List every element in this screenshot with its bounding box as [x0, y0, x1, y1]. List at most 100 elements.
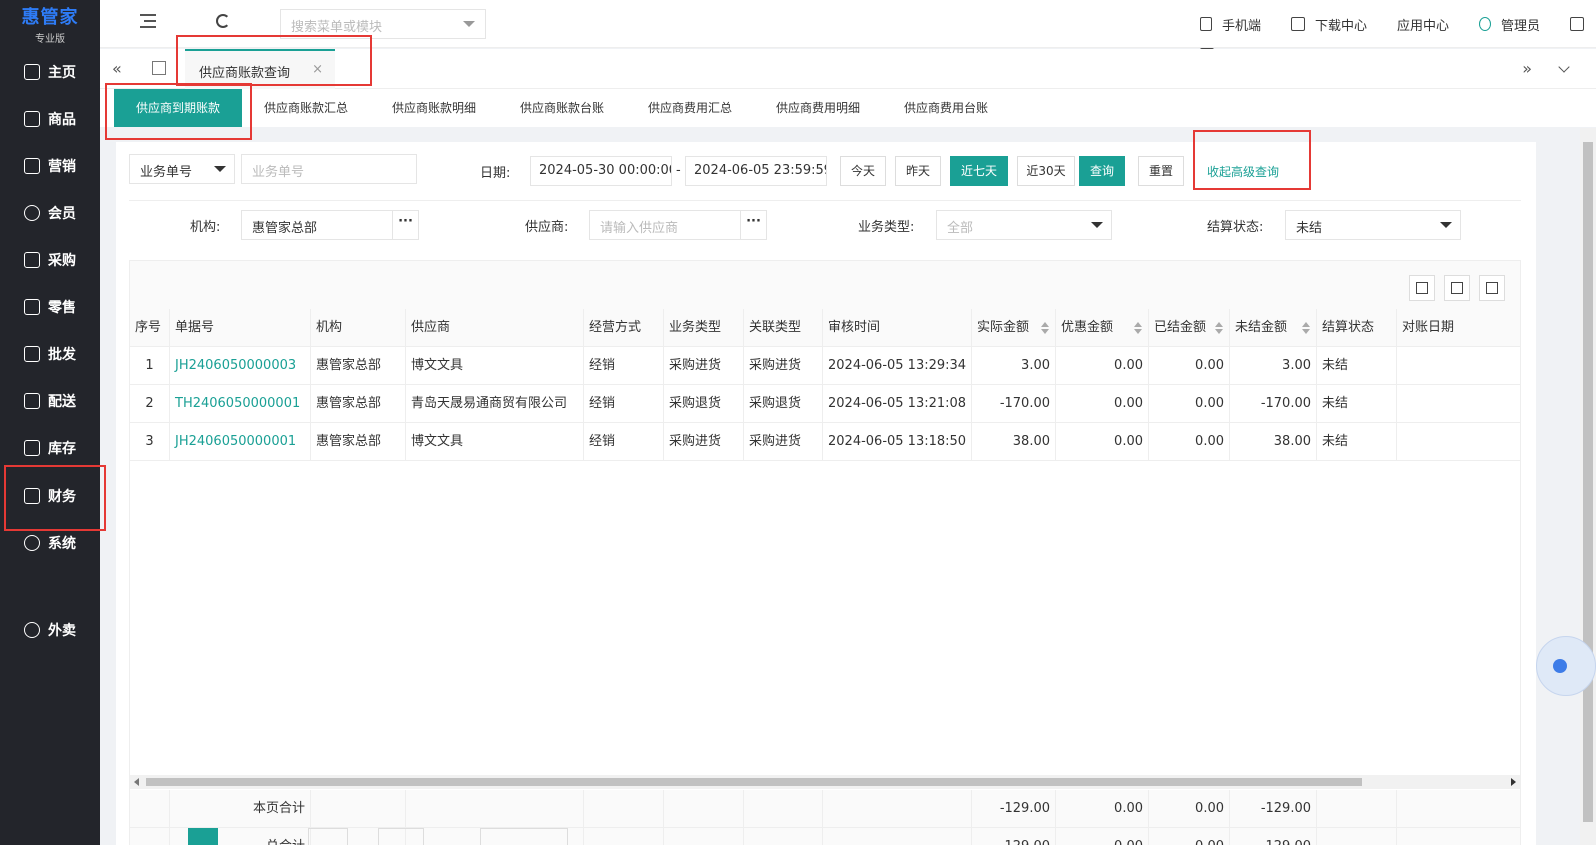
menu-search-input[interactable]: 搜索菜单或模块 — [280, 9, 486, 39]
blank-cell — [1397, 828, 1520, 845]
subtab-supplier-due[interactable]: 供应商到期账款 — [114, 89, 242, 127]
sort-icon[interactable] — [1134, 322, 1142, 334]
refresh-icon[interactable] — [216, 14, 230, 28]
current-page-button[interactable] — [188, 828, 218, 845]
reconcile-date-cell — [1397, 423, 1520, 461]
col-header-sortable[interactable]: 实际金额 — [972, 309, 1056, 347]
date-end-input[interactable]: 2024-06-05 23:59:59 — [685, 156, 827, 186]
doc-number-link[interactable]: TH2406050000001 — [170, 385, 311, 423]
more-icon[interactable]: ··· — [392, 211, 418, 239]
sort-icon[interactable] — [1041, 322, 1049, 334]
related-type-cell: 采购退货 — [744, 385, 823, 423]
mobile-link[interactable]: 手机端 — [1199, 15, 1261, 34]
doc-field-select[interactable]: 业务单号 — [129, 154, 235, 184]
settled-amount-cell: 0.00 — [1149, 347, 1230, 385]
monitor-icon — [1290, 17, 1305, 31]
last-30-days-button[interactable]: 近30天 — [1017, 156, 1075, 186]
print-button[interactable] — [1444, 275, 1470, 301]
doc-number-input[interactable]: 业务单号 — [241, 154, 417, 184]
subtab-supplier-summary[interactable]: 供应商账款汇总 — [242, 89, 370, 127]
horizontal-scrollbar[interactable] — [130, 775, 1520, 789]
payables-table: 序号 单据号 机构 供应商 经营方式 业务类型 关联类型 审核时间 实际金额 优… — [129, 260, 1521, 845]
admin-user-link[interactable]: 管理员 — [1478, 15, 1540, 34]
sidebar-item-retail[interactable]: 零售 — [0, 287, 100, 327]
export-button[interactable] — [1479, 275, 1505, 301]
tabs-scroll-right-icon[interactable]: » — [1522, 59, 1532, 78]
phone-icon — [1199, 17, 1212, 31]
vertical-scrollbar[interactable] — [1580, 128, 1596, 845]
sidebar-item-system[interactable]: 系统 — [0, 523, 100, 563]
subtab-supplier-detail[interactable]: 供应商账款明细 — [370, 89, 498, 127]
table-row[interactable]: 2 TH2406050000001 惠管家总部 青岛天晟易通商贸有限公司 经销 … — [130, 385, 1520, 423]
scroll-left-arrow-icon[interactable] — [134, 778, 139, 786]
table-row[interactable]: 3 JH2406050000001 惠管家总部 博文文具 经销 采购进货 采购进… — [130, 423, 1520, 461]
page-size-select[interactable] — [308, 828, 348, 845]
scrollbar-thumb[interactable] — [1583, 142, 1593, 822]
sidebar-item-label: 营销 — [48, 159, 76, 175]
col-header-sortable[interactable]: 优惠金额 — [1056, 309, 1149, 347]
settle-status-select[interactable]: 未结 — [1285, 210, 1461, 240]
close-icon[interactable]: × — [312, 62, 323, 77]
sidebar-item-members[interactable]: 会员 — [0, 193, 100, 233]
subtab-supplier-ledger[interactable]: 供应商账款台账 — [498, 89, 626, 127]
today-button[interactable]: 今天 — [840, 156, 886, 186]
col-header-label: 已结金额 — [1154, 320, 1207, 335]
actual-amount-cell: 38.00 — [972, 423, 1056, 461]
date-start-input[interactable]: 2024-05-30 00:00:00 — [530, 156, 672, 186]
sidebar-item-finance[interactable]: 财务 — [0, 476, 100, 516]
blank-cell — [584, 790, 664, 828]
col-header-sortable[interactable]: 已结金额 — [1149, 309, 1230, 347]
query-button[interactable]: 查询 — [1079, 156, 1125, 186]
menu-toggle-icon[interactable] — [140, 14, 156, 28]
sidebar-item-products[interactable]: 商品 — [0, 99, 100, 139]
app-center-link[interactable]: 应用中心 — [1199, 15, 1449, 62]
doc-number-link[interactable]: JH2406050000003 — [170, 347, 311, 385]
chevron-down-icon[interactable] — [1558, 61, 1570, 73]
doc-number-link[interactable]: JH2406050000001 — [170, 423, 311, 461]
sidebar-item-marketing[interactable]: 营销 — [0, 146, 100, 186]
sidebar-item-delivery[interactable]: 配送 — [0, 381, 100, 421]
report-subtabs: 供应商到期账款 供应商账款汇总 供应商账款明细 供应商账款台账 供应商费用汇总 … — [100, 89, 1596, 127]
sort-icon[interactable] — [1215, 322, 1223, 334]
cart-icon — [24, 252, 40, 268]
scrollbar-thumb[interactable] — [146, 778, 1362, 786]
scroll-right-arrow-icon[interactable] — [1511, 778, 1516, 786]
org-label: 机构: — [190, 220, 221, 235]
biz-type-value: 全部 — [947, 221, 974, 236]
more-icon[interactable]: ··· — [740, 211, 766, 239]
table-row[interactable]: 1 JH2406050000003 惠管家总部 博文文具 经销 采购进货 采购进… — [130, 347, 1520, 385]
column-settings-button[interactable] — [1409, 275, 1435, 301]
assistant-float-button[interactable] — [1536, 636, 1596, 696]
sort-icon[interactable] — [1302, 322, 1310, 334]
yesterday-button[interactable]: 昨天 — [895, 156, 941, 186]
logout-icon[interactable] — [1570, 17, 1584, 31]
sidebar-item-home[interactable]: 主页 — [0, 52, 100, 92]
blank-cell — [584, 828, 664, 845]
tabs-scroll-left-icon[interactable]: « — [112, 59, 122, 78]
org-input[interactable]: 惠管家总部 ··· — [241, 210, 419, 240]
sidebar-item-label: 采购 — [48, 253, 76, 269]
page-jump-input[interactable] — [378, 828, 424, 845]
biz-type-select[interactable]: 全部 — [936, 210, 1112, 240]
subtab-expense-detail[interactable]: 供应商费用明细 — [754, 89, 882, 127]
sidebar-item-purchase[interactable]: 采购 — [0, 240, 100, 280]
supplier-input[interactable]: 请输入供应商 ··· — [589, 210, 767, 240]
home-tab-icon[interactable] — [152, 61, 166, 75]
total-discount: 0.00 — [1056, 790, 1149, 828]
total-label: 本页合计 — [170, 790, 311, 828]
brand-logo[interactable]: 惠管家 专业版 — [0, 0, 100, 48]
download-center-link[interactable]: 下载中心 — [1290, 15, 1367, 34]
col-header-sortable[interactable]: 未结金额 — [1230, 309, 1317, 347]
sidebar-item-takeout[interactable]: 外卖 — [0, 610, 100, 650]
actual-amount-cell: 3.00 — [972, 347, 1056, 385]
reset-button[interactable]: 重置 — [1138, 156, 1184, 186]
columns-icon — [1416, 282, 1428, 294]
sidebar-item-wholesale[interactable]: 批发 — [0, 334, 100, 374]
collapse-advanced-link[interactable]: 收起高级查询 — [1207, 163, 1279, 180]
sidebar-item-label: 外卖 — [48, 623, 76, 639]
sidebar-item-inventory[interactable]: 库存 — [0, 428, 100, 468]
subtab-expense-ledger[interactable]: 供应商费用台账 — [882, 89, 1010, 127]
subtab-expense-summary[interactable]: 供应商费用汇总 — [626, 89, 754, 127]
last-7-days-button[interactable]: 近七天 — [950, 156, 1008, 186]
tab-supplier-account-query[interactable]: 供应商账款查询 × — [185, 49, 335, 89]
